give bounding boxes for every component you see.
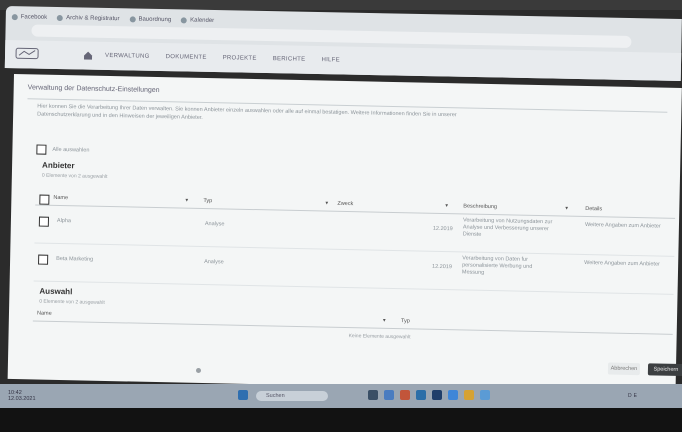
row-description: Verarbeitung von Daten fur personalisier… bbox=[461, 255, 533, 276]
cancel-button[interactable]: Abbrechen bbox=[607, 362, 641, 376]
menu-item-4[interactable]: BERICHTE bbox=[273, 56, 306, 63]
row-date: 12.2019 bbox=[431, 263, 453, 271]
header-select-checkbox[interactable] bbox=[39, 194, 50, 205]
select-all-checkbox[interactable] bbox=[36, 144, 47, 155]
bookmark-label: Bauordnung bbox=[138, 16, 172, 24]
row-checkbox-cell bbox=[38, 216, 50, 227]
row-checkbox-cell bbox=[38, 254, 49, 265]
bookmark-icon bbox=[11, 14, 18, 21]
site-logo[interactable] bbox=[15, 46, 41, 62]
available-section-count: 0 Elemente von 2 ausgewahlt bbox=[41, 172, 108, 180]
selected-section-title: Auswahl bbox=[39, 286, 73, 297]
filter-icon[interactable]: ▾ bbox=[383, 318, 386, 324]
filter-icon[interactable]: ▾ bbox=[445, 203, 448, 209]
taskbar-search[interactable]: Suchen bbox=[256, 391, 328, 401]
filter-icon[interactable]: ▾ bbox=[325, 201, 328, 207]
filter-icon[interactable]: ▾ bbox=[565, 206, 568, 212]
select-all-label: Alle auswahlen bbox=[52, 146, 90, 154]
bookmark-icon bbox=[181, 17, 188, 24]
menu-item-1[interactable]: VERWALTUNG bbox=[105, 53, 150, 60]
taskbar-clock[interactable]: 10:42 12.03.2021 bbox=[8, 390, 36, 402]
row-name: Beta Marketing bbox=[56, 255, 94, 263]
screen: Facebook Archiv & Registratur Bauordnung… bbox=[0, 0, 682, 432]
bookmark-label: Kalender bbox=[190, 17, 215, 24]
system-tray[interactable]: DE bbox=[628, 393, 639, 399]
column-description[interactable]: Beschreibung bbox=[463, 203, 497, 210]
column-type[interactable]: Typ bbox=[203, 198, 212, 204]
bookmark-icon bbox=[57, 14, 64, 22]
app-icon[interactable] bbox=[480, 390, 490, 400]
monitor-bezel-bottom bbox=[0, 408, 682, 432]
row-date: 12.2019 bbox=[432, 225, 453, 233]
home-icon[interactable] bbox=[83, 50, 93, 60]
clock-date: 12.03.2021 bbox=[8, 396, 36, 402]
bookmark-3[interactable]: Bauordnung bbox=[129, 16, 171, 23]
column-purpose[interactable]: Zweck bbox=[337, 201, 353, 207]
bookmark-1[interactable]: Facebook bbox=[11, 14, 48, 21]
file-explorer-icon[interactable] bbox=[464, 390, 474, 400]
menu-item-2[interactable]: DOKUMENTE bbox=[166, 54, 207, 61]
bookmark-4[interactable]: Kalender bbox=[181, 17, 214, 24]
browser-window-chrome: Facebook Archiv & Registratur Bauordnung… bbox=[4, 6, 682, 81]
row-description: Verarbeitung von Nutzungsdaten zur Analy… bbox=[462, 217, 553, 238]
start-icon[interactable] bbox=[238, 390, 248, 400]
row-checkbox[interactable] bbox=[38, 254, 49, 265]
logo-icon bbox=[15, 47, 39, 60]
main-content: Verwaltung der Datenschutz-Einstellungen… bbox=[7, 74, 682, 393]
row-checkbox[interactable] bbox=[38, 216, 50, 227]
store-icon[interactable] bbox=[432, 390, 442, 400]
available-section-title: Anbieter bbox=[42, 160, 75, 171]
bookmark-label: Facebook bbox=[20, 14, 48, 21]
scroll-indicator bbox=[196, 368, 201, 373]
selected-table-header: Name ▾ Typ bbox=[32, 308, 673, 335]
column-details[interactable]: Details bbox=[585, 206, 602, 212]
column-name[interactable]: Name bbox=[53, 195, 68, 201]
main-menu: VERWALTUNG DOKUMENTE PROJEKTE BERICHTE H… bbox=[105, 53, 340, 64]
app-icon[interactable] bbox=[400, 390, 410, 400]
bookmark-2[interactable]: Archiv & Registratur bbox=[57, 14, 120, 23]
menu-item-3[interactable]: PROJEKTE bbox=[223, 55, 257, 62]
edge-browser-icon[interactable] bbox=[416, 390, 426, 400]
selected-column-name[interactable]: Name bbox=[37, 311, 52, 317]
selected-column-type[interactable]: Typ bbox=[401, 318, 410, 324]
row-type: Analyse bbox=[204, 221, 225, 228]
task-view-icon[interactable] bbox=[368, 390, 378, 400]
menu-item-5[interactable]: HILFE bbox=[321, 57, 340, 63]
mail-icon[interactable] bbox=[448, 390, 458, 400]
row-name: Alpha bbox=[56, 217, 72, 225]
save-button[interactable]: Speichern bbox=[647, 363, 682, 377]
row-details: Weitere Angaben zum Anbieter bbox=[584, 259, 660, 268]
row-type: Analyse bbox=[204, 259, 224, 266]
taskbar: 10:42 12.03.2021 Suchen DE bbox=[0, 384, 682, 408]
bookmark-icon bbox=[129, 16, 136, 23]
widgets-icon[interactable] bbox=[384, 390, 394, 400]
bookmark-label: Archiv & Registratur bbox=[66, 15, 120, 23]
empty-selection-note: Keine Elemente ausgewahlt bbox=[348, 333, 411, 341]
header-checkbox bbox=[39, 194, 50, 205]
row-details: Weitere Angaben zum Anbieter bbox=[584, 221, 661, 230]
select-all-row: Alle auswahlen bbox=[36, 144, 89, 155]
selected-section-count: 0 Elemente von 2 ausgewahlt bbox=[39, 298, 105, 306]
filter-icon[interactable]: ▾ bbox=[185, 198, 188, 204]
